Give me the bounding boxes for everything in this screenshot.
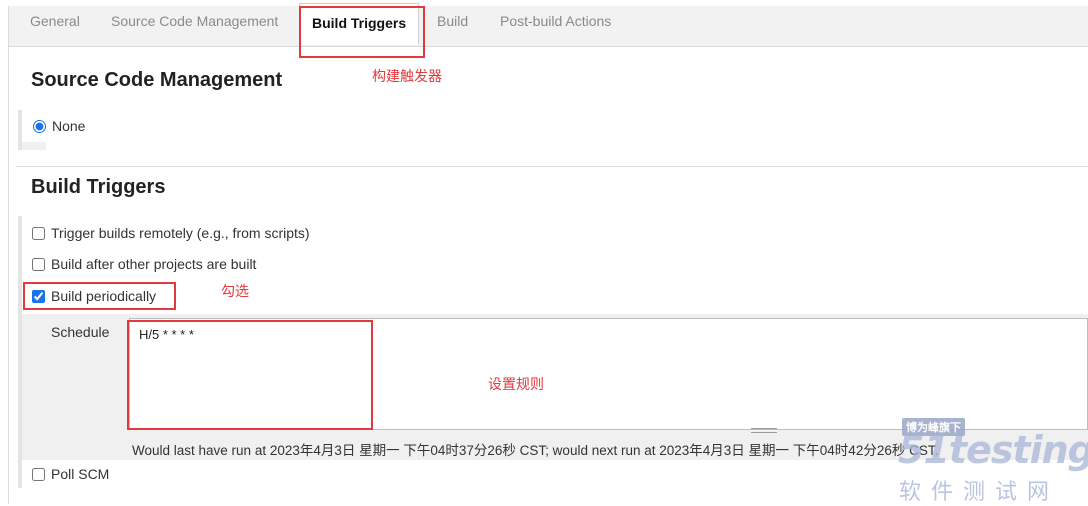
build-triggers-section-title: Build Triggers (31, 176, 166, 198)
build-after-other-label: Build after other projects are built (51, 256, 257, 272)
scm-none-label: None (52, 118, 86, 134)
build-after-other-checkbox[interactable] (32, 257, 45, 271)
scm-block-shade (22, 142, 46, 150)
annotation-check: 勾选 (221, 283, 249, 299)
schedule-run-info: Would last have run at 2023年4月3日 星期一 下午0… (132, 443, 939, 458)
watermark-subtitle: 软件测试网 (899, 479, 1060, 504)
tab-build-triggers[interactable]: Build Triggers (299, 3, 420, 45)
tab-build[interactable]: Build (437, 0, 468, 41)
annotation-set-rule: 设置规则 (488, 376, 544, 392)
build-periodically-checkbox[interactable] (32, 289, 45, 303)
trigger-remote-checkbox[interactable] (32, 226, 45, 240)
build-periodically-label: Build periodically (51, 288, 157, 304)
poll-scm-label: Poll SCM (51, 466, 110, 482)
tab-post-build-actions[interactable]: Post-build Actions (500, 0, 611, 41)
annotation-build-triggers: 构建触发器 (372, 68, 442, 84)
trigger-remote-label: Trigger builds remotely (e.g., from scri… (51, 225, 310, 241)
schedule-textarea[interactable] (129, 318, 1088, 430)
scm-none-radio[interactable] (33, 119, 46, 133)
poll-scm-option[interactable]: Poll SCM (32, 466, 109, 482)
section-divider (16, 166, 1088, 167)
schedule-label: Schedule (51, 324, 110, 340)
build-periodically-option[interactable]: Build periodically (32, 288, 156, 304)
poll-scm-checkbox[interactable] (32, 467, 45, 481)
build-after-other-option[interactable]: Build after other projects are built (32, 256, 256, 272)
textarea-resize-grip[interactable] (751, 428, 777, 433)
tab-source-code-management[interactable]: Source Code Management (111, 0, 278, 41)
trigger-remote-option[interactable]: Trigger builds remotely (e.g., from scri… (32, 225, 310, 241)
scm-none-option[interactable]: None (33, 118, 85, 134)
tab-general[interactable]: General (30, 0, 80, 41)
watermark-logo: 51testing (898, 428, 1088, 472)
scm-section-title: Source Code Management (31, 69, 283, 91)
